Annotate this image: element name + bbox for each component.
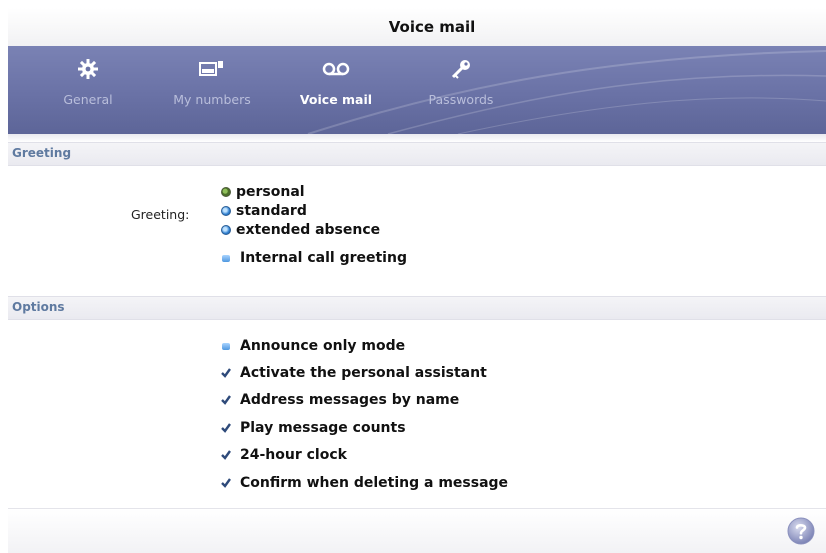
checkbox-label: Play message counts (240, 420, 406, 436)
tab-my-numbers-label: My numbers (173, 92, 251, 107)
greeting-option-standard[interactable]: standard (221, 203, 307, 219)
phone-numbers-icon (199, 56, 225, 82)
checkbox-label: Internal call greeting (240, 250, 407, 266)
tab-passwords-label: Passwords (428, 92, 494, 107)
options-section-header: Options (8, 296, 826, 320)
tab-general[interactable]: General (52, 56, 124, 126)
toolbar: General My numbers Voice mail Passwords (8, 46, 826, 134)
radio-unselected-icon[interactable] (221, 206, 231, 216)
checkmark-icon[interactable] (221, 423, 231, 433)
greeting-option-label: standard (236, 203, 307, 219)
greeting-option-personal[interactable]: personal (221, 184, 305, 200)
help-icon[interactable] (786, 516, 816, 546)
announce-only-mode-checkbox[interactable]: Announce only mode (221, 338, 405, 354)
checkmark-icon[interactable] (221, 368, 231, 378)
voicemail-icon (321, 56, 351, 82)
title-bar: Voice mail (8, 8, 826, 47)
footer-bar (8, 508, 826, 553)
address-messages-by-name-checkbox[interactable]: Address messages by name (221, 392, 459, 408)
greeting-field-label: Greeting: (131, 207, 190, 222)
checkbox-label: Announce only mode (240, 338, 406, 354)
greeting-option-extended-absence[interactable]: extended absence (221, 222, 380, 238)
gear-icon (77, 56, 99, 82)
toolbar-shadow (8, 134, 826, 142)
play-message-counts-checkbox[interactable]: Play message counts (221, 420, 406, 436)
tab-my-numbers[interactable]: My numbers (160, 56, 264, 126)
checkbox-label: Confirm when deleting a message (240, 475, 509, 491)
greeting-section-header: Greeting (8, 142, 826, 166)
checkbox-unchecked-icon[interactable] (222, 254, 230, 262)
checkbox-label: Activate the personal assistant (240, 365, 487, 381)
checkmark-icon[interactable] (221, 450, 231, 460)
tab-passwords[interactable]: Passwords (416, 56, 506, 126)
page-title: Voice mail (388, 18, 476, 36)
checkmark-icon[interactable] (221, 478, 231, 488)
checkbox-label: Address messages by name (240, 392, 460, 408)
radio-unselected-icon[interactable] (221, 225, 231, 235)
24-hour-clock-checkbox[interactable]: 24-hour clock (221, 447, 347, 463)
radio-selected-icon[interactable] (221, 187, 231, 197)
checkbox-label: 24-hour clock (240, 447, 347, 463)
checkmark-icon[interactable] (221, 395, 231, 405)
options-section-title: Options (12, 300, 65, 314)
confirm-delete-checkbox[interactable]: Confirm when deleting a message (221, 475, 508, 491)
greeting-option-label: personal (236, 184, 305, 200)
checkbox-unchecked-icon[interactable] (222, 342, 230, 350)
internal-call-greeting-checkbox[interactable]: Internal call greeting (221, 250, 407, 266)
greeting-option-label: extended absence (236, 222, 381, 238)
key-icon (450, 56, 472, 82)
tab-general-label: General (63, 92, 113, 107)
personal-assistant-checkbox[interactable]: Activate the personal assistant (221, 365, 487, 381)
greeting-section-title: Greeting (12, 146, 72, 160)
tab-voice-mail-label: Voice mail (299, 92, 373, 107)
tab-voice-mail[interactable]: Voice mail (286, 56, 386, 126)
